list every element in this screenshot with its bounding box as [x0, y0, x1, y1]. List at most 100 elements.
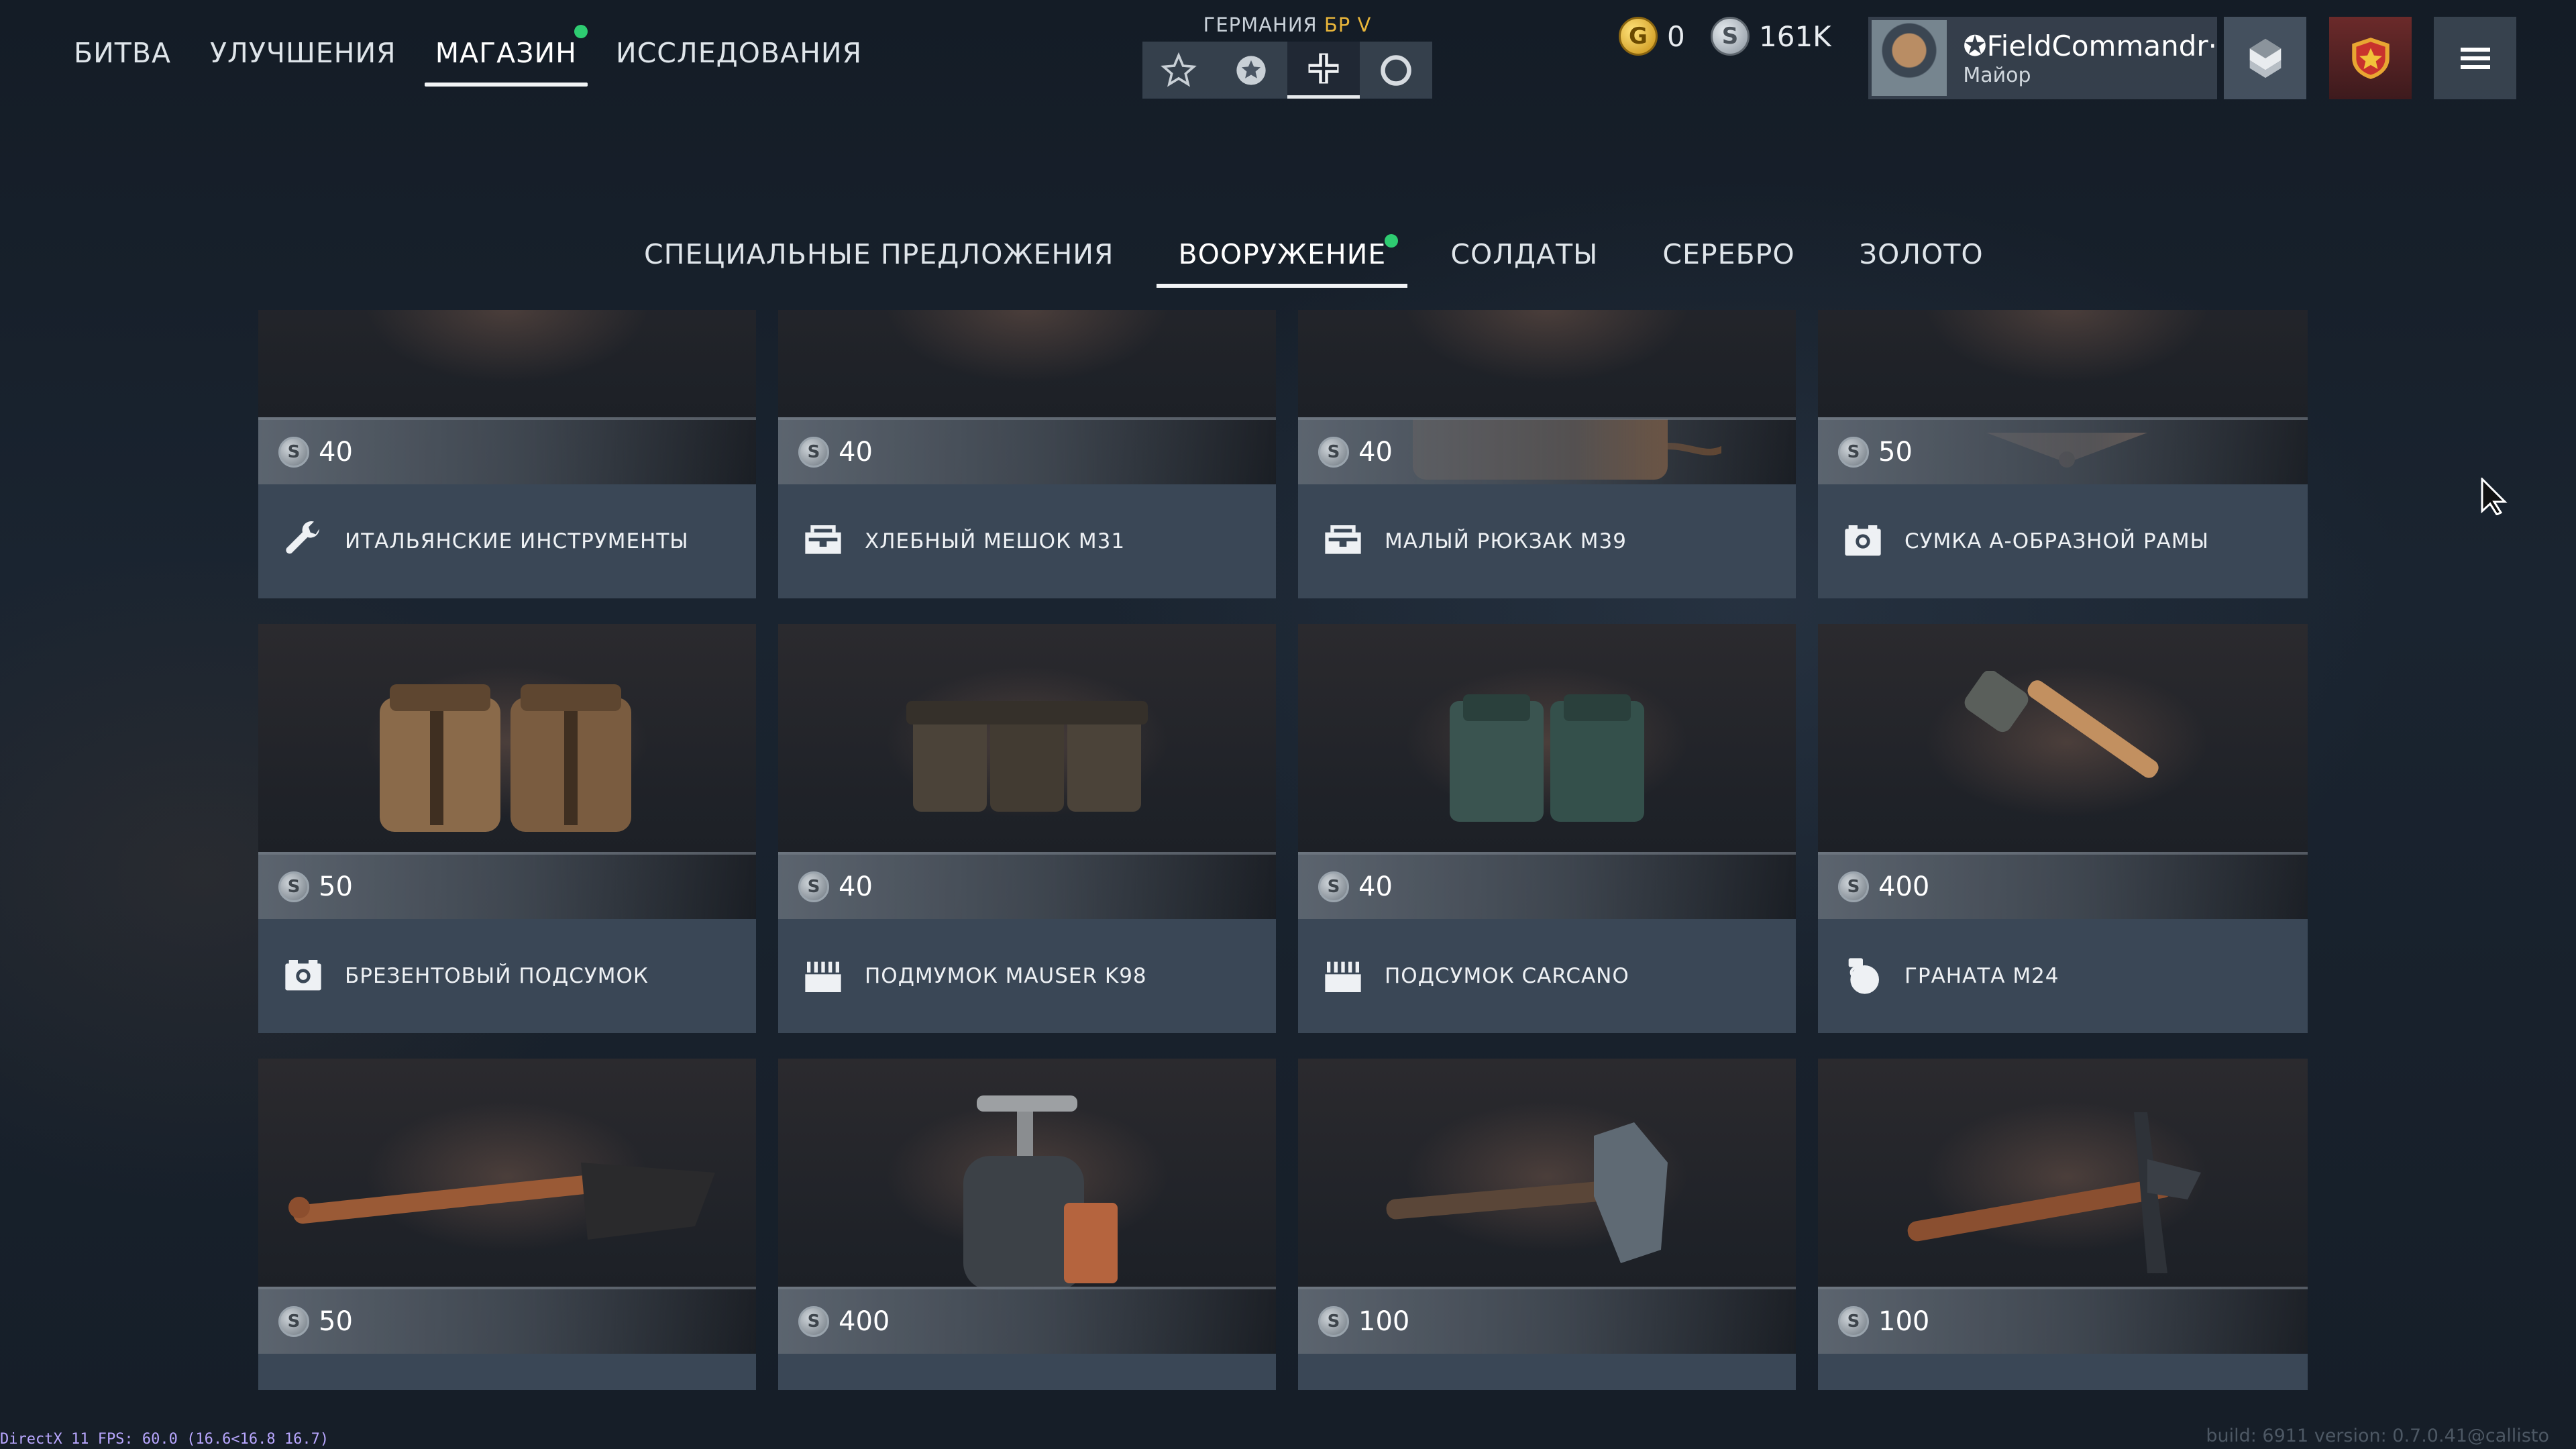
rank-button[interactable]	[2224, 17, 2306, 99]
nation-tab-usa[interactable]	[1142, 42, 1215, 99]
profile-rank: Майор	[1963, 63, 2031, 87]
shop-item-card[interactable]: S 50 СУМКА А-ОБРАЗНОЙ РАМЫ	[1818, 310, 2308, 598]
shop-item-card[interactable]: S 100 PICCOZZINO 2-ГО ТИПА	[1818, 1059, 2308, 1390]
item-image: S 40	[1298, 624, 1796, 919]
tab-weapons[interactable]: ВООРУЖЕНИЕ	[1157, 234, 1408, 288]
item-label-row: ПОДМУМОК MAUSER K98	[778, 919, 1276, 1033]
shop-item-card[interactable]: S 40 ПОДСУМОК CARCANO	[1298, 624, 1796, 1033]
item-label-row: PICCOZZINO 2-ГО ТИПА	[1818, 1354, 2308, 1390]
item-image: S 40	[1298, 310, 1796, 484]
item-price-bar: S 50	[1818, 417, 2308, 484]
item-name: БРЕЗЕНТОВЫЙ ПОДСУМОК	[345, 964, 649, 988]
tab-special-offers[interactable]: СПЕЦИАЛЬНЫЕ ПРЕДЛОЖЕНИЯ	[644, 238, 1114, 288]
nation-tab-germany[interactable]	[1287, 42, 1360, 99]
shop-item-card[interactable]: S 40 ПОДМУМОК MAUSER K98	[778, 624, 1276, 1033]
ammo-pouch-icon	[805, 961, 841, 992]
menu-button[interactable]	[2434, 17, 2516, 99]
medal-icon	[1236, 55, 1266, 85]
explosive-icon	[802, 1389, 845, 1390]
nav-upgrades[interactable]: УЛУЧШЕНИЯ	[210, 37, 396, 87]
item-price-bar: S 40	[778, 417, 1276, 484]
wrench-icon	[286, 521, 319, 554]
item-name: ГРАНАТА М24	[1904, 964, 2059, 988]
shop-item-card[interactable]: S 40 ХЛЕБНЫЙ МЕШОК М31	[778, 310, 1276, 598]
silver-coin-icon: S	[798, 437, 829, 468]
shop-item-card[interactable]: S 400 ГРАНАТА М24	[1818, 624, 2308, 1033]
build-info: build: 6911 version: 0.7.0.41@callisto	[2206, 1426, 2549, 1446]
item-price: 40	[1358, 871, 1393, 902]
item-price: 50	[1878, 437, 1913, 468]
squad-badge-button[interactable]	[2329, 17, 2412, 99]
nav-shop[interactable]: МАГАЗИН	[424, 25, 588, 87]
silver-coin-icon: S	[278, 1306, 309, 1337]
item-image: S 50	[258, 1059, 756, 1354]
item-artwork	[1436, 681, 1658, 838]
silver-coin-icon: S	[1318, 1306, 1349, 1337]
item-artwork	[1956, 670, 2178, 848]
tab-silver[interactable]: СЕРЕБРО	[1662, 238, 1794, 288]
gold-balance[interactable]: G 0	[1619, 17, 1685, 56]
item-label-row: СУМКА А-ОБРАЗНОЙ РАМЫ	[1818, 484, 2308, 598]
shop-category-tabs: СПЕЦИАЛЬНЫЕ ПРЕДЛОЖЕНИЯ ВООРУЖЕНИЕ СОЛДА…	[644, 234, 1984, 288]
item-price-bar: S 40	[1298, 852, 1796, 919]
grenade-icon	[1848, 958, 1879, 994]
nation-tab-ussr[interactable]	[1215, 42, 1287, 99]
notification-dot	[574, 25, 588, 38]
item-label-row: БРЕЗЕНТОВЫЙ ПОДСУМОК	[258, 919, 756, 1033]
shop-item-card[interactable]: S 50 СКЛАДНАЯ ЛОПАТКА ВЕРМАХТА	[258, 1059, 756, 1390]
item-artwork	[1373, 1109, 1721, 1279]
circle-icon	[1381, 54, 1411, 86]
iron-cross-icon	[1308, 53, 1339, 84]
shop-item-card[interactable]: S 400 ЗАРЯД ТРОТИЛА	[778, 1059, 1276, 1390]
item-price: 50	[319, 1306, 353, 1337]
item-image: S 40	[258, 310, 756, 484]
item-price-bar: S 40	[778, 852, 1276, 919]
silver-coin-icon: S	[798, 1306, 829, 1337]
shop-item-card[interactable]: S 40 ИТАЛЬЯНСКИЕ ИНСТРУМЕНТЫ	[258, 310, 756, 598]
item-image: S 100	[1298, 1059, 1796, 1354]
nav-research[interactable]: ИССЛЕДОВАНИЯ	[616, 37, 862, 87]
tab-weapons-label: ВООРУЖЕНИЕ	[1178, 238, 1387, 270]
item-artwork	[266, 1126, 749, 1263]
silver-coin-icon: S	[1318, 871, 1349, 902]
main-nav: БИТВА УЛУЧШЕНИЯ МАГАЗИН ИССЛЕДОВАНИЯ	[74, 25, 862, 87]
item-artwork	[916, 1082, 1138, 1306]
silver-coin-icon: S	[1318, 437, 1349, 468]
tab-gold[interactable]: ЗОЛОТО	[1860, 238, 1984, 288]
item-name: ИТАЛЬЯНСКИЕ ИНСТРУМЕНТЫ	[345, 529, 689, 553]
silver-balance[interactable]: S 161K	[1711, 17, 1831, 56]
item-price-bar: S 100	[1298, 1287, 1796, 1354]
pouch-icon	[285, 960, 321, 991]
item-price-bar: S 50	[258, 1287, 756, 1354]
item-price: 400	[1878, 871, 1930, 902]
silver-amount: 161K	[1759, 19, 1831, 53]
item-label-row: ИТАЛЬЯНСКИЕ ИНСТРУМЕНТЫ	[258, 484, 756, 598]
shop-item-card[interactable]: S 50 БРЕЗЕНТОВЫЙ ПОДСУМОК	[258, 624, 756, 1033]
nation-tab-italy[interactable]	[1360, 42, 1432, 99]
item-price-bar: S 40	[258, 417, 756, 484]
hamburger-icon	[2460, 47, 2490, 69]
silver-coin-icon: S	[1838, 871, 1869, 902]
nation-tabs	[1142, 42, 1432, 99]
item-price-bar: S 40	[1298, 417, 1796, 484]
nav-battle[interactable]: БИТВА	[74, 37, 171, 87]
item-artwork	[1892, 1099, 2241, 1289]
item-label-row: СКЛАДНАЯ ЛОПАТКА ВЕРМАХТА	[258, 1354, 756, 1390]
item-name: СУМКА А-ОБРАЗНОЙ РАМЫ	[1904, 529, 2209, 553]
item-artwork	[366, 671, 648, 848]
shop-item-card[interactable]: S 100 БОЕВОЙ ТОПОР	[1298, 1059, 1796, 1390]
shop-item-card[interactable]: S 40 МАЛЫЙ РЮКЗАК М39	[1298, 310, 1796, 598]
item-price-bar: S 400	[778, 1287, 1276, 1354]
tab-soldiers[interactable]: СОЛДАТЫ	[1450, 238, 1598, 288]
item-price: 40	[1358, 437, 1393, 468]
profile-panel[interactable]: ✪FieldCommandr· Майор	[1868, 17, 2217, 99]
gold-amount: 0	[1667, 19, 1685, 53]
silver-coin-icon: S	[1838, 1306, 1869, 1337]
item-price: 40	[839, 871, 873, 902]
gold-coin-icon: G	[1619, 17, 1658, 56]
item-image: S 400	[778, 1059, 1276, 1354]
item-name: ХЛЕБНЫЙ МЕШОК М31	[865, 529, 1126, 553]
item-name: ПОДСУМОК CARCANO	[1385, 964, 1629, 988]
item-price: 100	[1878, 1306, 1930, 1337]
item-price: 50	[319, 871, 353, 902]
